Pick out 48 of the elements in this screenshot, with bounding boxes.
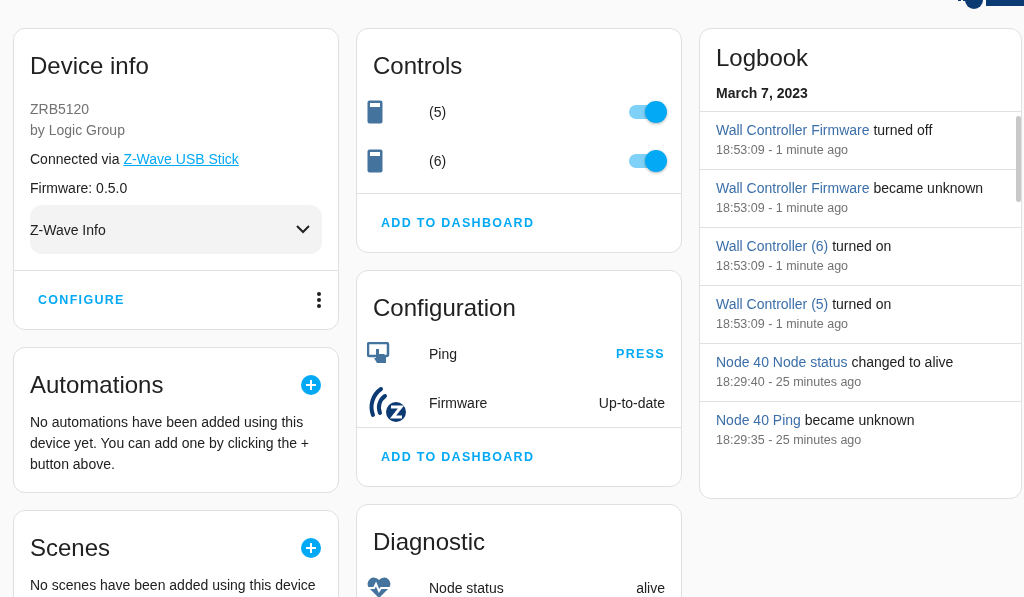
entity-name: Node status [429,579,505,596]
log-message: Wall Controller Firmware became unknown [716,179,985,198]
entity-value: Up-to-date [598,394,665,411]
log-date: March 7, 2023 [715,84,809,103]
device-manufacturer: by Logic Group [30,121,126,140]
log-message: Wall Controller (5) turned on [716,295,893,314]
card-title: Device info [30,53,149,79]
entity-link[interactable]: Wall Controller (6) [716,238,829,254]
log-message: Wall Controller (6) turned on [716,237,893,256]
entity-value: alive [636,579,665,596]
connected-label: Connected via [30,151,120,167]
chevron-icon [296,225,310,234]
empty-message: No automations have been added using this device yet. You can add one by clicking the + button above. [30,413,311,474]
touch-screen-icon [367,341,391,366]
card-title: Automations [30,372,164,398]
entity-link[interactable]: Wall Controller (5) [716,296,829,312]
scrollbar[interactable] [1016,116,1021,202]
log-time: 18:53:09 - 1 minute ago [716,200,850,217]
log-time: 18:53:09 - 1 minute ago [716,142,850,159]
log-time: 18:29:40 - 25 minutes ago [716,374,863,391]
log-message: Node 40 Node status changed to alive [716,353,955,372]
more-options-icon[interactable] [316,291,322,309]
entity-name: Ping [429,345,459,362]
log-time: 18:53:09 - 1 minute ago [716,316,850,333]
log-time: 18:29:35 - 25 minutes ago [716,432,863,449]
log-time: 18:53:09 - 1 minute ago [716,258,850,275]
entity-name: (5) [429,103,448,120]
remote-icon [367,148,383,173]
empty-message: No scenes have been added using this device [30,576,317,595]
entity-link[interactable]: Node 40 Node status [716,354,848,370]
entity-link[interactable]: Wall Controller Firmware [716,180,870,196]
entity-name: (6) [429,152,448,169]
card-title: Logbook [716,45,809,71]
entity-link[interactable]: Wall Controller Firmware [716,122,870,138]
log-message: Node 40 Ping became unknown [716,411,916,430]
card-title: Diagnostic [373,529,486,555]
card-title: Controls [373,53,463,79]
firmware-text: Firmware: 0.5.0 [30,179,129,198]
log-message: Wall Controller Firmware turned off [716,121,934,140]
zwave-info-expander[interactable]: Z-Wave Info [30,205,322,254]
entity-name: Firmware [429,394,489,411]
add-button[interactable] [300,537,322,559]
entity-link[interactable]: Node 40 Ping [716,412,801,428]
remote-icon [367,99,383,124]
add-button[interactable] [300,374,322,396]
card-title: Scenes [30,535,111,561]
device-model: ZRB5120 [30,100,91,119]
card-title: Configuration [373,295,516,321]
